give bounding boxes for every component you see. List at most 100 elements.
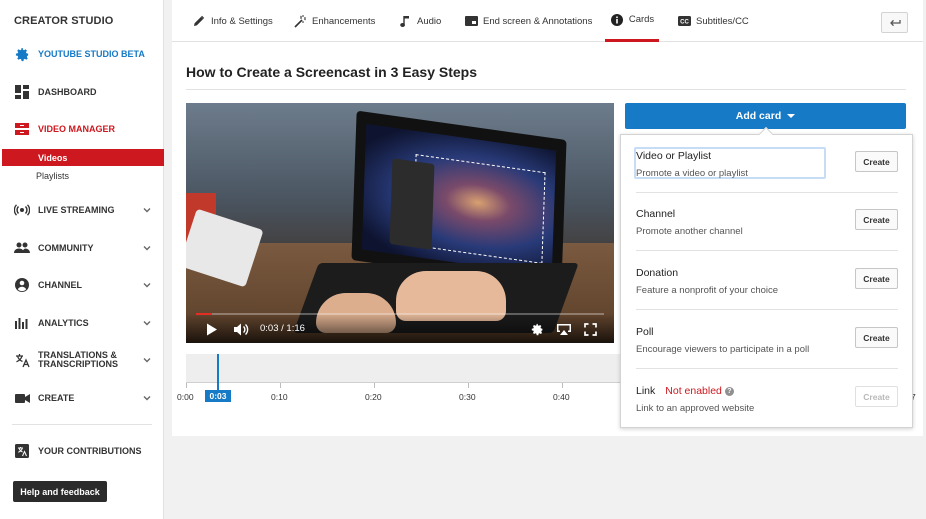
tab-bar: Info & Settings Enhancements Audio End s… — [172, 0, 923, 42]
video-progress-bar[interactable] — [196, 313, 604, 315]
title-divider — [186, 89, 906, 90]
translate-icon — [14, 352, 30, 368]
tab-info-settings[interactable]: Info & Settings — [192, 0, 273, 42]
people-icon — [14, 240, 30, 256]
card-type-desc: Encourage viewers to participate in a po… — [636, 344, 810, 355]
volume-icon — [234, 323, 249, 336]
card-type-desc: Feature a nonprofit of your choice — [636, 285, 779, 296]
timeline-tick — [374, 383, 375, 388]
add-card-label: Add card — [735, 110, 782, 122]
timeline-tick — [468, 383, 469, 388]
sidebar-subitem-videos[interactable]: Videos — [2, 149, 164, 166]
timeline-tick-label: 0:30 — [459, 392, 476, 402]
card-type-desc: Promote another channel — [636, 226, 743, 237]
add-card-button[interactable]: Add card — [625, 103, 906, 129]
video-frame-recorder-panel — [389, 158, 435, 250]
card-type-desc: Promote a video or playlist — [636, 168, 748, 179]
back-button[interactable] — [881, 12, 908, 33]
menu-item-poll[interactable]: Poll Encourage viewers to participate in… — [636, 311, 898, 369]
play-button[interactable] — [206, 323, 218, 336]
help-feedback-button[interactable]: Help and feedback — [13, 481, 107, 502]
sidebar-item-label: LIVE STREAMING — [38, 204, 115, 215]
card-type-menu: Video or Playlist Promote a video or pla… — [620, 126, 913, 428]
bar-chart-icon — [14, 315, 30, 331]
sidebar-item-translations[interactable]: TRANSLATIONS & TRANSCRIPTIONS — [0, 346, 164, 374]
not-enabled-status: Not enabled — [665, 385, 722, 397]
card-type-name: Donation — [636, 267, 679, 279]
sidebar: CREATOR STUDIO YOUTUBE STUDIO BETA DASHB… — [0, 0, 164, 519]
chevron-down-icon — [143, 246, 151, 251]
video-player[interactable]: 0:03 / 1:16 — [186, 103, 614, 343]
main-panel: Info & Settings Enhancements Audio End s… — [172, 0, 923, 436]
tab-label: Cards — [628, 14, 655, 25]
sidebar-item-community[interactable]: COMMUNITY — [0, 234, 164, 262]
timeline-playhead[interactable] — [217, 354, 219, 390]
tab-label: Enhancements — [312, 15, 376, 27]
creator-studio-title: CREATOR STUDIO — [14, 15, 114, 27]
settings-button[interactable] — [531, 323, 544, 336]
cast-button[interactable] — [556, 323, 572, 336]
sidebar-item-studio-beta[interactable]: YOUTUBE STUDIO BETA — [0, 40, 164, 68]
chevron-down-icon — [143, 283, 151, 288]
fullscreen-button[interactable] — [584, 323, 597, 336]
sidebar-item-contributions[interactable]: YOUR CONTRIBUTIONS — [0, 437, 164, 465]
chevron-down-icon — [143, 358, 151, 363]
airplay-icon — [557, 324, 571, 335]
sidebar-item-live-streaming[interactable]: LIVE STREAMING — [0, 196, 164, 224]
live-broadcast-icon — [14, 202, 30, 218]
pencil-icon — [192, 14, 206, 28]
menu-item-donation[interactable]: Donation Feature a nonprofit of your cho… — [636, 252, 898, 310]
tab-enhancements[interactable]: Enhancements — [293, 0, 375, 42]
sidebar-item-label: TRANSLATIONS & TRANSCRIPTIONS — [38, 351, 118, 369]
sidebar-item-label: ANALYTICS — [38, 317, 89, 328]
magic-wand-icon — [293, 14, 307, 28]
tab-audio[interactable]: Audio — [398, 0, 441, 42]
card-type-name: Poll — [636, 326, 654, 338]
video-progress-fill — [196, 313, 213, 315]
tab-endscreen[interactable]: End screen & Annotations — [464, 0, 592, 42]
timeline-tick — [186, 383, 187, 388]
card-type-name: Link Not enabled? — [636, 385, 734, 397]
create-donation-button[interactable]: Create — [855, 268, 898, 289]
tab-label: Subtitles/CC — [696, 15, 749, 27]
menu-item-link[interactable]: Link Not enabled? Link to an approved web… — [636, 370, 898, 428]
sidebar-item-video-manager[interactable]: VIDEO MANAGER — [0, 115, 164, 143]
create-channel-button[interactable]: Create — [855, 209, 898, 230]
sidebar-item-create[interactable]: CREATE — [0, 384, 164, 412]
timeline-axis — [186, 382, 626, 383]
sidebar-item-label: CREATE — [38, 392, 75, 403]
help-question-icon[interactable]: ? — [724, 387, 734, 396]
timeline-tick-label: 0:00 — [177, 392, 194, 402]
timeline-current-time: 0:03 — [205, 390, 231, 402]
card-timeline-track[interactable] — [186, 354, 626, 382]
create-video-playlist-button[interactable]: Create — [855, 151, 898, 172]
menu-item-channel[interactable]: Channel Promote another channel Create — [636, 193, 898, 251]
play-icon — [207, 323, 217, 336]
card-type-name: Video or Playlist — [636, 150, 712, 162]
create-poll-button[interactable]: Create — [855, 327, 898, 348]
translate-box-icon — [14, 443, 30, 459]
dashboard-icon — [14, 84, 30, 100]
sidebar-item-label: COMMUNITY — [38, 242, 94, 253]
tab-label: Info & Settings — [211, 15, 273, 27]
sidebar-item-label: YOUTUBE STUDIO BETA — [38, 48, 145, 59]
gear-icon — [14, 46, 30, 62]
menu-item-video-playlist[interactable]: Video or Playlist Promote a video or pla… — [634, 135, 898, 193]
create-link-button[interactable]: Create — [855, 386, 898, 407]
timeline-tick-label: 0:20 — [365, 392, 382, 402]
chevron-down-icon — [143, 208, 151, 213]
sidebar-item-analytics[interactable]: ANALYTICS — [0, 309, 164, 337]
sidebar-item-channel[interactable]: CHANNEL — [0, 271, 164, 299]
sidebar-subitem-playlists[interactable]: Playlists — [0, 167, 164, 184]
volume-button[interactable] — [234, 323, 250, 336]
account-circle-icon — [14, 277, 30, 293]
tab-label: End screen & Annotations — [483, 15, 593, 27]
tab-cards[interactable]: Cards — [605, 0, 659, 42]
tab-label: Audio — [417, 15, 442, 27]
video-title: How to Create a Screencast in 3 Easy Ste… — [186, 64, 478, 80]
video-manager-icon — [14, 121, 30, 137]
closed-caption-icon: CC — [677, 14, 691, 28]
sidebar-item-label: YOUR CONTRIBUTIONS — [38, 445, 142, 456]
sidebar-item-dashboard[interactable]: DASHBOARD — [0, 78, 164, 106]
tab-subtitles[interactable]: CC Subtitles/CC — [677, 0, 749, 42]
